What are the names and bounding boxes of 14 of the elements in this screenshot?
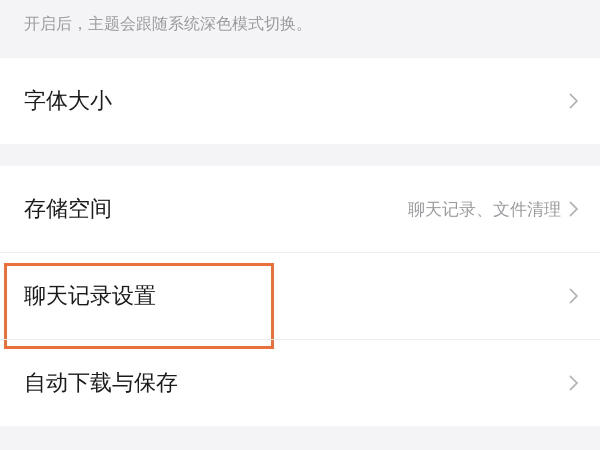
- settings-row[interactable]: 自动下载与保存: [0, 339, 600, 426]
- row-value: 聊天记录、文件清理: [408, 198, 561, 220]
- hint-text: 开启后，主题会跟随系统深色模式切换。: [23, 13, 313, 35]
- settings-row[interactable]: 聊天记录设置: [0, 252, 600, 339]
- chevron-right-icon: [569, 93, 578, 109]
- chevron-right-icon: [569, 201, 578, 217]
- row-label: 存储空间: [24, 196, 113, 224]
- row-label: 聊天记录设置: [24, 283, 157, 311]
- row-label: 字体大小: [24, 88, 113, 116]
- settings-row[interactable]: 字体大小: [0, 58, 600, 144]
- chevron-right-icon: [569, 375, 578, 391]
- settings-row[interactable]: 存储空间 聊天记录、文件清理: [0, 166, 600, 252]
- chevron-right-icon: [569, 288, 578, 304]
- row-label: 自动下载与保存: [24, 370, 179, 398]
